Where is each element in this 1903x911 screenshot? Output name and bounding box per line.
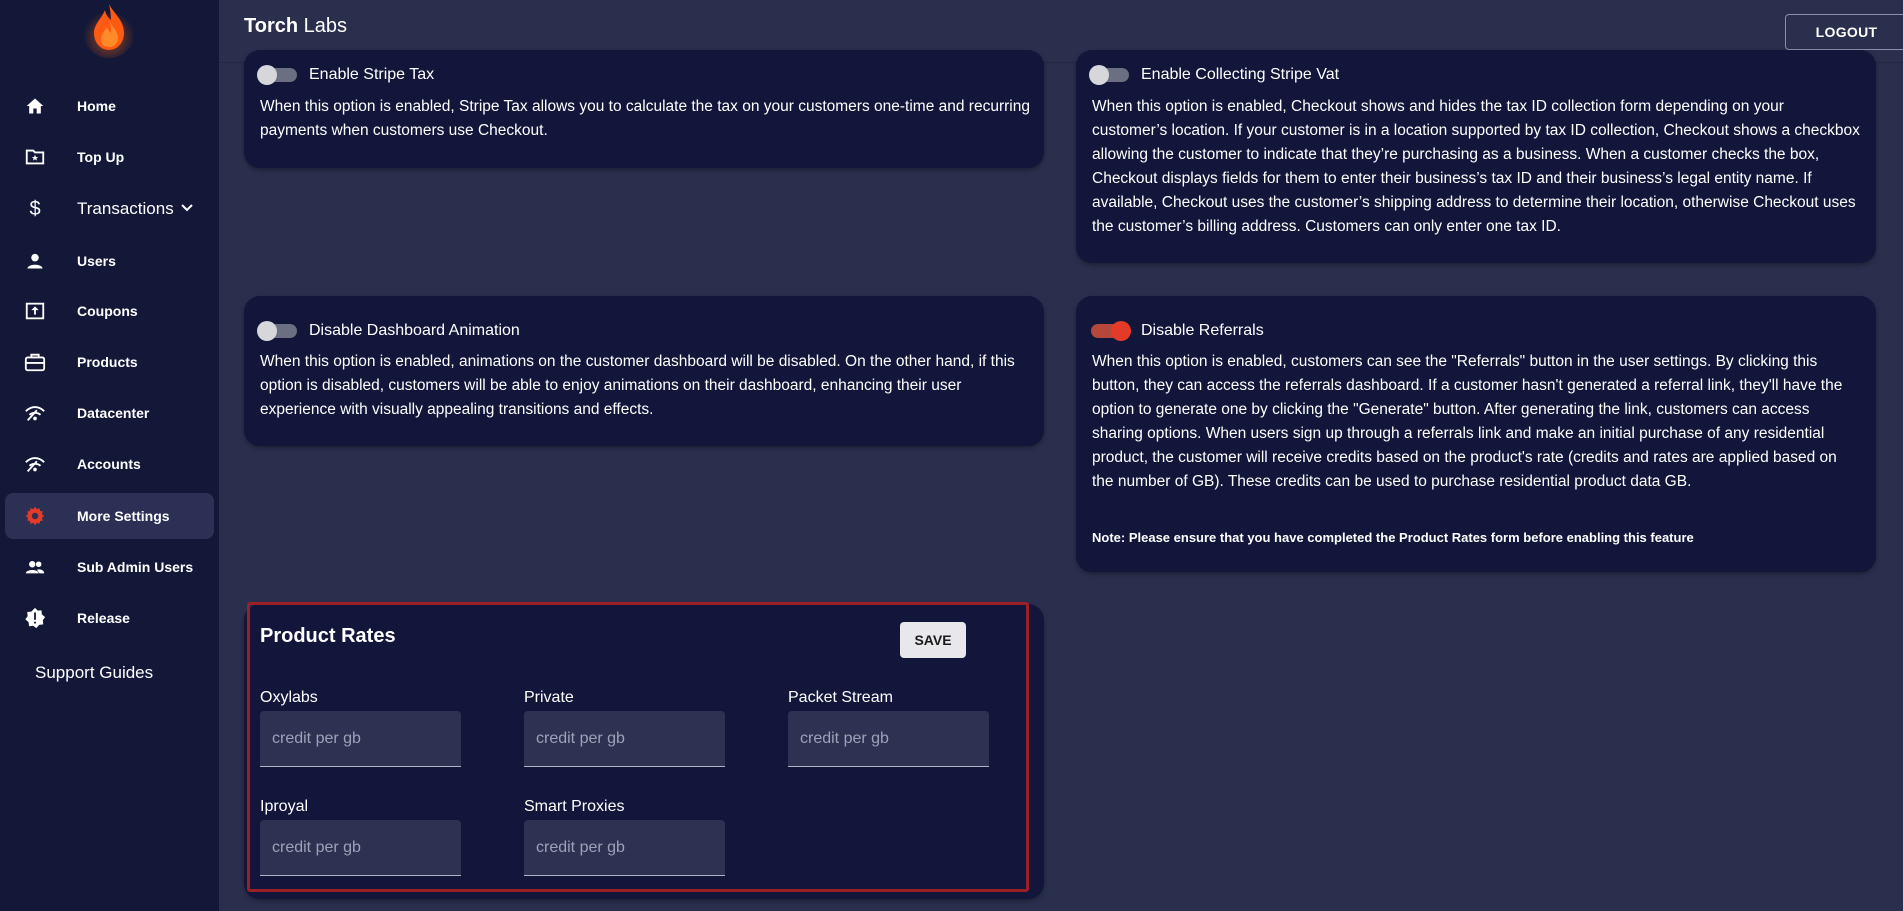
sidebar-item-label: Accounts <box>77 456 141 472</box>
sidebar-item-label: Coupons <box>77 303 138 319</box>
users-icon <box>23 555 47 579</box>
toggle-knob <box>1089 65 1109 85</box>
oxylabs-input[interactable]: credit per gb <box>260 711 461 767</box>
sidebar-item-label: Transactions <box>77 199 174 218</box>
sidebar: Home Top Up $ Transactions Users Coupons… <box>0 0 219 911</box>
gear-icon <box>23 504 47 528</box>
sidebar-item-label: Datacenter <box>77 405 150 421</box>
sidebar-item-more-settings[interactable]: More Settings <box>5 493 214 539</box>
chevron-down-icon[interactable] <box>180 201 194 220</box>
brand-rest: Labs <box>298 15 348 37</box>
wifi-icon <box>23 452 47 476</box>
sidebar-item-label: Products <box>77 354 138 370</box>
iproyal-label: Iproyal <box>260 798 309 815</box>
briefcase-icon <box>23 350 47 374</box>
stripe-vat-toggle-row: Enable Collecting Stripe Vat <box>1089 65 1340 85</box>
packet-stream-label: Packet Stream <box>788 689 893 706</box>
logout-button[interactable]: LOGOUT <box>1785 14 1903 50</box>
badge-alert-icon <box>23 606 47 630</box>
private-input[interactable]: credit per gb <box>524 711 725 767</box>
sidebar-item-sub-admin-users[interactable]: Sub Admin Users <box>5 544 214 590</box>
smart-proxies-input[interactable]: credit per gb <box>524 820 725 876</box>
product-rates-title: Product Rates <box>260 625 396 647</box>
folder-star-icon <box>23 145 47 169</box>
packet-stream-input[interactable]: credit per gb <box>788 711 989 767</box>
dashboard-animation-label: Disable Dashboard Animation <box>309 322 520 339</box>
sidebar-item-label: Users <box>77 253 116 269</box>
toggle-knob <box>1111 321 1131 341</box>
support-guides-link[interactable]: Support Guides <box>35 663 153 683</box>
save-button[interactable]: SAVE <box>900 622 966 658</box>
sidebar-item-accounts[interactable]: Accounts <box>5 441 214 487</box>
referrals-description: When this option is enabled, customers c… <box>1092 353 1843 490</box>
smart-proxies-label: Smart Proxies <box>524 798 625 815</box>
sidebar-item-label: Top Up <box>77 149 125 165</box>
sidebar-item-label: Release <box>77 610 130 626</box>
referrals-toggle-row: Disable Referrals <box>1091 321 1264 341</box>
referrals-toggle[interactable] <box>1091 321 1131 341</box>
sidebar-item-home[interactable]: Home <box>5 83 214 129</box>
wifi-icon <box>23 401 47 425</box>
sidebar-item-top-up[interactable]: Top Up <box>5 134 214 180</box>
user-icon <box>23 249 47 273</box>
torch-logo-icon[interactable] <box>80 0 138 58</box>
toggle-knob <box>257 321 277 341</box>
referrals-label: Disable Referrals <box>1141 322 1264 339</box>
private-label: Private <box>524 689 574 706</box>
page-title: Torch Labs <box>244 15 347 38</box>
dashboard-animation-description: When this option is enabled, animations … <box>260 353 1015 418</box>
sidebar-item-products[interactable]: Products <box>5 339 214 385</box>
sidebar-item-label: Sub Admin Users <box>77 559 194 575</box>
oxylabs-label: Oxylabs <box>260 689 318 706</box>
iproyal-input[interactable]: credit per gb <box>260 820 461 876</box>
sidebar-item-label: Home <box>77 98 116 114</box>
sidebar-item-label: More Settings <box>77 508 170 524</box>
sidebar-item-coupons[interactable]: Coupons <box>5 288 214 334</box>
stripe-tax-label: Enable Stripe Tax <box>309 66 435 83</box>
stripe-tax-toggle[interactable] <box>257 65 297 85</box>
referrals-note: Note: Please ensure that you have comple… <box>1092 530 1694 545</box>
brand-bold: Torch <box>244 15 299 37</box>
home-icon <box>23 94 47 118</box>
stripe-vat-description: When this option is enabled, Checkout sh… <box>1092 98 1860 235</box>
stripe-tax-description: When this option is enabled, Stripe Tax … <box>260 98 1030 139</box>
sidebar-item-transactions[interactable]: $ Transactions <box>5 186 214 232</box>
sidebar-item-datacenter[interactable]: Datacenter <box>5 390 214 436</box>
dashboard-animation-toggle[interactable] <box>257 321 297 341</box>
dashboard-animation-toggle-row: Disable Dashboard Animation <box>257 321 520 341</box>
stripe-vat-label: Enable Collecting Stripe Vat <box>1141 66 1340 83</box>
sidebar-item-users[interactable]: Users <box>5 238 214 284</box>
dollar-icon: $ <box>29 197 41 220</box>
upload-box-icon <box>23 299 47 323</box>
stripe-vat-toggle[interactable] <box>1089 65 1129 85</box>
stripe-tax-toggle-row: Enable Stripe Tax <box>257 65 435 85</box>
toggle-knob <box>257 65 277 85</box>
sidebar-item-release[interactable]: Release <box>5 595 214 641</box>
